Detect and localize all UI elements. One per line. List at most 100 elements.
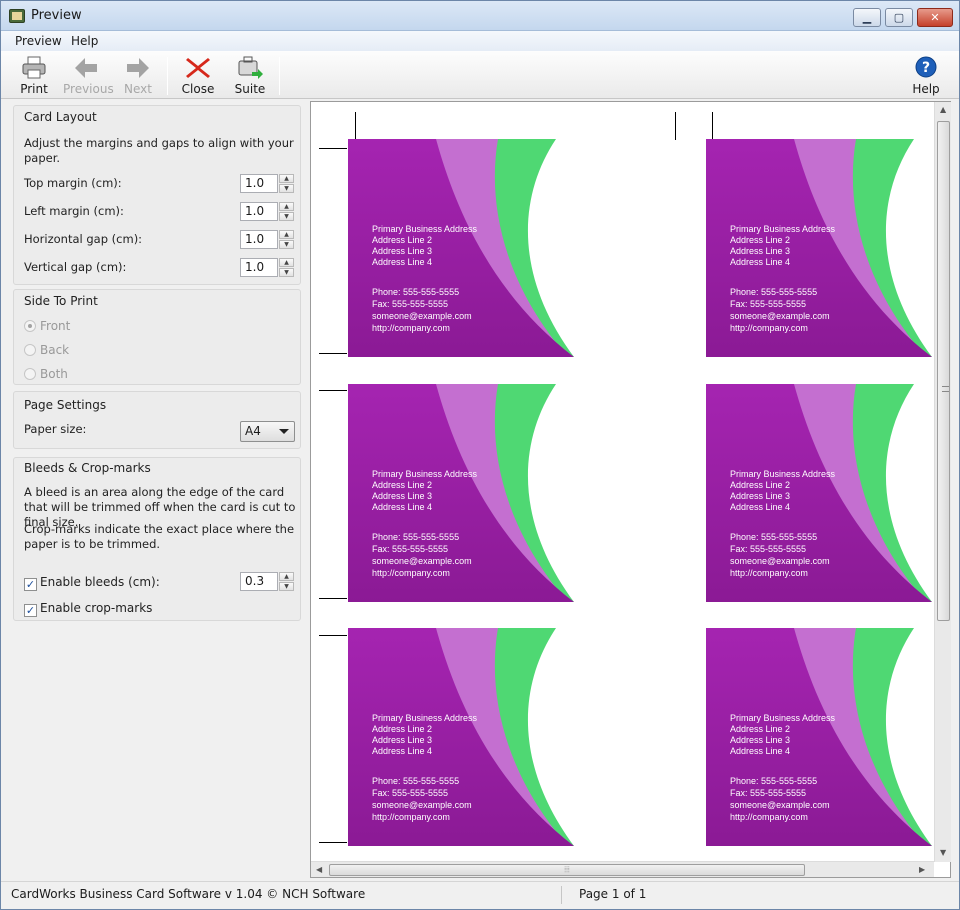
suite-button[interactable]: Suite xyxy=(227,53,273,97)
spin-down-icon[interactable]: ▼ xyxy=(279,184,294,193)
preview-window: Preview ▁ ▢ ✕ Preview Help Print Previou… xyxy=(0,0,960,910)
radio-icon xyxy=(24,368,36,380)
card-address-line: Primary Business Address xyxy=(372,224,478,234)
radio-both[interactable]: Both xyxy=(24,367,68,381)
menu-preview[interactable]: Preview xyxy=(15,34,62,48)
close-label: Close xyxy=(181,82,215,96)
enable-cropmarks-checkbox[interactable]: ✓ Enable crop-marks xyxy=(24,601,152,617)
radio-both-label: Both xyxy=(40,367,68,381)
vertical-scrollbar[interactable]: ▲ ▼ xyxy=(934,102,951,862)
status-bar: CardWorks Business Card Software v 1.04 … xyxy=(1,881,959,909)
printer-icon xyxy=(20,55,48,81)
svg-text:?: ? xyxy=(922,60,930,76)
left-margin-input[interactable]: 1.0 xyxy=(240,202,278,221)
scroll-up-icon[interactable]: ▲ xyxy=(940,105,946,114)
next-button[interactable]: Next xyxy=(115,53,161,97)
business-card: Primary Business Address Address Line 2 Ad… xyxy=(706,139,932,357)
business-card: Primary Business Address Address Line 2 Ad… xyxy=(348,628,574,846)
vertical-gap-input[interactable]: 1.0 xyxy=(240,258,278,277)
card-address-line: Address Line 3 xyxy=(730,491,791,501)
card-address-line: Primary Business Address xyxy=(372,469,478,479)
horizontal-gap-spinner[interactable]: 1.0 ▲ ▼ xyxy=(240,230,294,249)
print-button[interactable]: Print xyxy=(11,53,57,97)
card-contact-line: Phone: 555-555-5555 xyxy=(730,776,818,786)
card-layout-title: Card Layout xyxy=(24,110,97,124)
menu-help[interactable]: Help xyxy=(71,34,98,48)
help-question-icon: ? xyxy=(912,55,940,81)
print-preview-area[interactable]: Primary Business Address Address Line 2 Ad… xyxy=(310,101,951,878)
horizontal-scroll-thumb[interactable]: ⦙⦙⦙ xyxy=(329,864,805,876)
side-to-print-title: Side To Print xyxy=(24,294,98,308)
maximize-button[interactable]: ▢ xyxy=(885,8,913,27)
card-contact-line: Phone: 555-555-5555 xyxy=(372,532,460,542)
crop-mark xyxy=(675,112,676,140)
spin-down-icon[interactable]: ▼ xyxy=(279,582,294,591)
business-card: Primary Business Address Address Line 2 Ad… xyxy=(706,628,932,846)
vertical-gap-spinner[interactable]: 1.0 ▲ ▼ xyxy=(240,258,294,277)
crop-mark xyxy=(319,598,347,599)
card-address-line: Primary Business Address xyxy=(730,469,836,479)
vertical-scroll-thumb[interactable] xyxy=(937,121,950,621)
bleed-input[interactable]: 0.3 xyxy=(240,572,278,591)
arrow-right-icon xyxy=(124,55,152,81)
enable-bleeds-label: Enable bleeds (cm): xyxy=(40,575,160,589)
business-card: Primary Business Address Address Line 2 Ad… xyxy=(706,384,932,602)
horizontal-scrollbar[interactable]: ◀ ⦙⦙⦙ ▶ xyxy=(311,861,934,877)
card-address-line: Address Line 4 xyxy=(730,502,791,512)
card-contact-line: http://company.com xyxy=(730,812,808,822)
horizontal-gap-input[interactable]: 1.0 xyxy=(240,230,278,249)
spin-down-icon[interactable]: ▼ xyxy=(279,212,294,221)
page-settings-title: Page Settings xyxy=(24,398,107,412)
settings-panel: Card Layout Adjust the margins and gaps … xyxy=(9,101,305,877)
previous-button[interactable]: Previous xyxy=(63,53,114,97)
card-contact-line: someone@example.com xyxy=(730,800,830,810)
spin-down-icon[interactable]: ▼ xyxy=(279,240,294,249)
radio-back[interactable]: Back xyxy=(24,343,69,357)
business-card: Primary Business Address Address Line 2 Ad… xyxy=(348,139,574,357)
cropmark-description: Crop-marks indicate the exact place wher… xyxy=(24,522,295,551)
card-address-line: Address Line 2 xyxy=(372,235,433,245)
chevron-down-icon xyxy=(279,429,289,434)
bleed-spinner[interactable]: 0.3 ▲ ▼ xyxy=(240,572,294,591)
scroll-right-icon[interactable]: ▶ xyxy=(919,865,925,874)
paper-size-label: Paper size: xyxy=(24,422,87,436)
card-contact-line: someone@example.com xyxy=(372,800,472,810)
crop-mark xyxy=(712,112,713,140)
card-address-line: Address Line 4 xyxy=(730,746,791,756)
toolbar: Print Previous Next Close Suite ? Help xyxy=(1,51,959,99)
close-window-button[interactable]: ✕ xyxy=(917,8,953,27)
enable-bleeds-checkbox[interactable]: ✓ Enable bleeds (cm): xyxy=(24,575,160,591)
card-contact-line: Fax: 555-555-5555 xyxy=(372,788,449,798)
minimize-button[interactable]: ▁ xyxy=(853,8,881,27)
card-address-line: Address Line 4 xyxy=(372,746,433,756)
paper-size-select[interactable]: A4 xyxy=(240,421,295,442)
card-address-line: Address Line 3 xyxy=(372,735,433,745)
spin-up-icon[interactable]: ▲ xyxy=(279,258,294,267)
help-button[interactable]: ? Help xyxy=(903,53,949,97)
card-contact-line: http://company.com xyxy=(730,568,808,578)
scroll-left-icon[interactable]: ◀ xyxy=(316,865,322,874)
radio-front[interactable]: Front xyxy=(24,319,70,333)
top-margin-spinner[interactable]: 1.0 ▲ ▼ xyxy=(240,174,294,193)
spin-up-icon[interactable]: ▲ xyxy=(279,202,294,211)
checkmark-icon: ✓ xyxy=(24,578,37,591)
top-margin-input[interactable]: 1.0 xyxy=(240,174,278,193)
crop-mark xyxy=(319,635,347,636)
menu-bar: Preview Help xyxy=(1,31,959,51)
spin-down-icon[interactable]: ▼ xyxy=(279,268,294,277)
scroll-down-icon[interactable]: ▼ xyxy=(940,848,946,857)
spin-up-icon[interactable]: ▲ xyxy=(279,174,294,183)
close-button[interactable]: Close xyxy=(175,53,221,97)
crop-mark xyxy=(319,842,347,843)
radio-icon xyxy=(24,344,36,356)
spin-up-icon[interactable]: ▲ xyxy=(279,230,294,239)
radio-selected-icon xyxy=(24,320,36,332)
card-address-line: Address Line 3 xyxy=(730,246,791,256)
horizontal-gap-label: Horizontal gap (cm): xyxy=(24,232,143,246)
spin-up-icon[interactable]: ▲ xyxy=(279,572,294,581)
toolbar-separator xyxy=(279,57,280,95)
left-margin-spinner[interactable]: 1.0 ▲ ▼ xyxy=(240,202,294,221)
card-contact-line: Phone: 555-555-5555 xyxy=(372,776,460,786)
window-title: Preview xyxy=(31,8,82,23)
suite-label: Suite xyxy=(234,82,266,96)
